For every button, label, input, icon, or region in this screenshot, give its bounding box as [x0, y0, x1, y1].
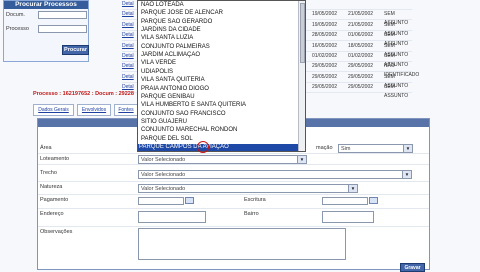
observacoes-label: Observações — [40, 229, 73, 235]
dropdown-option[interactable]: PRAIA ANTONIO DIOGO — [140, 86, 298, 94]
scrollbar-thumb[interactable] — [300, 3, 305, 63]
dropdown-option[interactable]: JARDINS DA CIDADE — [140, 27, 298, 35]
dropdown-option[interactable]: CONJUNTO PALMEIRAS — [140, 44, 298, 52]
loteamento-dropdown-list[interactable]: NÃO LOTEADA PARQUE JOSE DE ALENCAR PARQUE … — [137, 0, 306, 152]
chevron-down-icon: ▼ — [402, 171, 411, 178]
details-link[interactable]: Detal — [122, 62, 134, 71]
natureza-row: Natureza Valor Selecionado ▼ — [38, 182, 429, 195]
document-input[interactable] — [38, 11, 87, 19]
endereco-row: Endereço Bairro — [38, 209, 429, 227]
pagamento-row: Pagamento Escritura — [38, 195, 429, 209]
dropdown-option[interactable]: PARQUE GENIBAU — [140, 94, 298, 102]
dropdown-scrollbar[interactable] — [298, 1, 305, 151]
dropdown-option[interactable]: VILA SANTA LUZIA — [140, 35, 298, 43]
table-cell-date-end: 29/05/2002 — [348, 73, 374, 80]
search-panel: Procurar Processos Docum. Processo Procu… — [3, 0, 89, 62]
natureza-select[interactable]: Valor Selecionado ▼ — [138, 184, 358, 193]
pagamento-input[interactable] — [138, 197, 184, 205]
mouse-cursor-highlight — [197, 141, 209, 153]
tab-envolvidos[interactable]: Envolvidos — [77, 104, 111, 116]
table-cell-date-end: 29/05/2002 — [348, 84, 374, 91]
table-cell-date-end: 18/05/2002 — [348, 42, 374, 49]
trecho-row: Trecho Valor Selecionado ▼ — [38, 168, 429, 182]
area-right-label: mação — [316, 145, 333, 151]
observacoes-textarea[interactable] — [138, 228, 346, 260]
table-cell-date-start: 29/05/2002 — [312, 63, 338, 70]
details-link[interactable]: Detal — [122, 31, 134, 40]
loteamento-value: Valor Selecionado — [141, 157, 186, 163]
dropdown-option[interactable]: UDIAPOLIS — [140, 69, 298, 77]
table-cell-date-start: 19/05/2002 — [312, 11, 338, 18]
table-cell-date-end: 01/06/2002 — [348, 32, 374, 39]
save-button[interactable]: Gravar — [400, 263, 425, 272]
table-cell-date-start: 28/05/2002 — [312, 32, 338, 39]
dropdown-option[interactable]: VILA HUMBERTO E SANTA QUITERIA — [140, 102, 298, 110]
dropdown-option[interactable]: VILA VERDE — [140, 60, 298, 68]
dropdown-option[interactable]: PARQUE JOSE DE ALENCAR — [140, 10, 298, 18]
dropdown-option[interactable]: PARQUE CAMPOS DA AVIAÇAO — [138, 143, 298, 151]
area-right-value: Sim — [341, 146, 351, 152]
details-link[interactable]: Detal — [122, 10, 134, 19]
tab-dados-gerais[interactable]: Dados Gerais — [33, 104, 74, 116]
dropdown-option[interactable]: PARQUE SAO GERARDO — [140, 19, 298, 27]
details-link[interactable]: Detal — [122, 52, 134, 61]
chevron-down-icon: ▼ — [297, 156, 306, 163]
table-cell-date-start: 01/02/2002 — [312, 53, 338, 59]
chevron-down-icon: ▼ — [403, 145, 412, 152]
dropdown-option[interactable]: SITIO GUAJERU — [140, 119, 298, 127]
table-cell-date-start: 29/05/2002 — [312, 84, 338, 91]
details-link[interactable]: Detal — [122, 0, 134, 9]
trecho-label: Trecho — [40, 170, 57, 176]
loteamento-label: Loteamento — [40, 156, 70, 162]
natureza-value: Valor Selecionado — [141, 186, 186, 192]
tab-fontes[interactable]: Fontes — [114, 104, 138, 116]
loteamento-select[interactable]: Valor Selecionado ▼ — [138, 155, 307, 164]
process-input[interactable] — [38, 25, 87, 33]
table-cell-date-start: 29/05/2002 — [312, 73, 338, 80]
details-link[interactable]: Detal — [122, 42, 134, 51]
area-label: Área — [40, 145, 52, 151]
document-label: Docum. — [6, 12, 25, 18]
chevron-down-icon: ▼ — [348, 185, 357, 192]
dropdown-option[interactable]: CONJUNTO MARECHAL RONDON — [140, 127, 298, 135]
natureza-label: Natureza — [40, 184, 63, 190]
dropdown-option[interactable]: VILA SANTA QUITERIA — [140, 77, 298, 85]
dropdown-option[interactable]: JARDIM ACLIMAÇAO — [140, 52, 298, 60]
trecho-select[interactable]: Valor Selecionado ▼ — [138, 170, 412, 179]
table-cell-status: SEM ASSUNTO — [384, 84, 409, 100]
table-cell-date-end: 01/02/2002 — [348, 53, 374, 59]
dropdown-option[interactable]: NÃO LOTEADA — [140, 2, 298, 10]
calendar-icon[interactable] — [369, 197, 378, 204]
details-link[interactable]: Detal — [122, 21, 134, 30]
loteamento-row: Loteamento Valor Selecionado ▼ — [38, 154, 429, 165]
search-button[interactable]: Procurar — [62, 45, 89, 55]
trecho-value: Valor Selecionado — [141, 172, 186, 178]
dropdown-option[interactable]: PARQUE DEL SOL — [140, 136, 298, 144]
table-cell-date-end: 21/05/2002 — [348, 11, 374, 18]
table-cell-date-end: 29/05/2002 — [348, 63, 374, 70]
table-cell-date-end: 21/05/2002 — [348, 21, 374, 28]
bairro-label: Bairro — [244, 211, 259, 217]
pagamento-label: Pagamento — [40, 197, 69, 203]
area-right-select[interactable]: Sim ▼ — [338, 144, 413, 153]
table-cell-date-start: 19/05/2002 — [312, 21, 338, 28]
calendar-icon[interactable] — [185, 197, 194, 204]
details-link[interactable]: Detal — [122, 73, 134, 82]
table-cell-date-start: 16/05/2002 — [312, 42, 338, 49]
endereco-input[interactable] — [138, 211, 206, 223]
bairro-input[interactable] — [322, 211, 374, 223]
escritura-input[interactable] — [322, 197, 368, 205]
search-panel-title: Procurar Processos — [4, 1, 88, 9]
endereco-label: Endereço — [40, 211, 64, 217]
process-label: Processo — [6, 26, 29, 32]
escritura-label: Escritura — [244, 197, 266, 203]
process-info: Processo : 162197652 : Docum : 29228 — [33, 91, 134, 97]
dropdown-option[interactable]: CONJUNTO SAO FRANCISCO — [140, 111, 298, 119]
